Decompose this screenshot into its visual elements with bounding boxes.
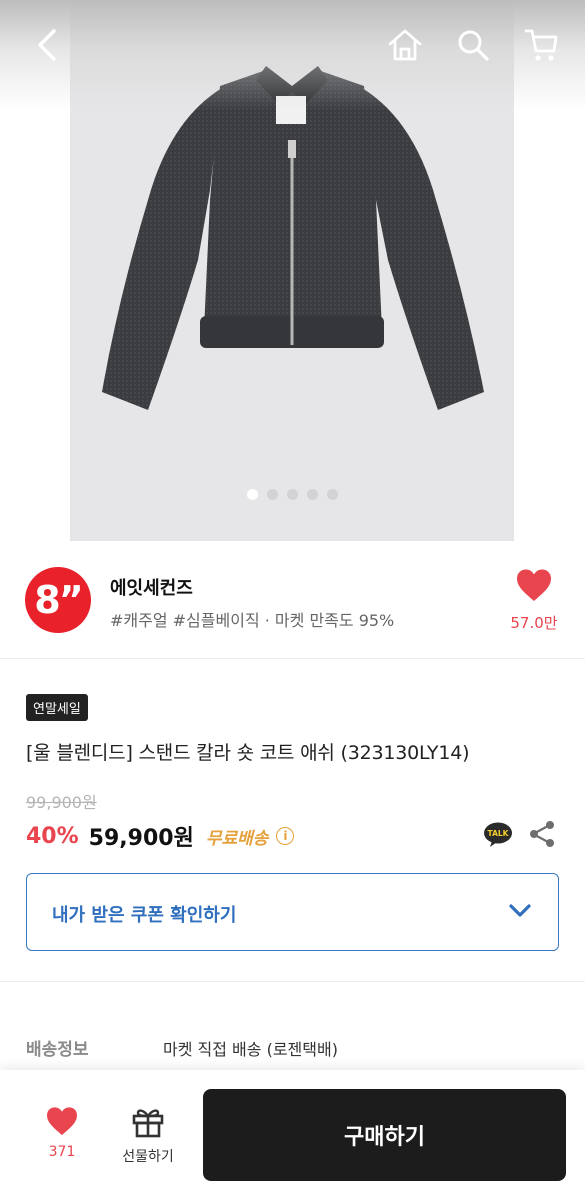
- back-button[interactable]: [24, 22, 70, 68]
- heart-icon: [517, 569, 551, 601]
- price-row: 40% 59,900원 무료배송 i: [26, 820, 295, 852]
- product-title: [울 블렌디드] 스탠드 칼라 숏 코트 애쉬 (323130LY14): [26, 742, 470, 764]
- gift-label: 선물하기: [122, 1149, 174, 1165]
- product-gallery[interactable]: [0, 0, 585, 541]
- share-icon: [530, 821, 554, 847]
- pagination-dot-active[interactable]: [247, 489, 258, 500]
- gift-icon: [132, 1109, 164, 1138]
- coupon-check-button[interactable]: 내가 받은 쿠폰 확인하기: [26, 873, 559, 951]
- sale-price: 59,900원: [88, 826, 194, 851]
- share-button[interactable]: [528, 820, 556, 848]
- like-button[interactable]: 371: [36, 1106, 88, 1160]
- sale-badge: 연말세일: [26, 694, 88, 721]
- kakaotalk-icon: TALK: [484, 822, 512, 847]
- info-icon[interactable]: i: [276, 827, 295, 845]
- pagination-dot[interactable]: [307, 489, 318, 500]
- pagination-dot[interactable]: [327, 489, 338, 500]
- cart-button[interactable]: [518, 22, 564, 68]
- home-button[interactable]: [382, 22, 428, 68]
- seller-favorite-count: 57.0만: [510, 614, 558, 632]
- shipping-info-value: 마켓 직접 배송 (로젠택배): [163, 1040, 338, 1059]
- heart-icon: [47, 1107, 77, 1136]
- header-gradient: [0, 0, 585, 110]
- chevron-left-icon: [38, 29, 56, 61]
- gift-button[interactable]: 선물하기: [114, 1106, 182, 1166]
- talk-label: TALK: [488, 829, 510, 838]
- kakaotalk-button[interactable]: TALK: [483, 822, 513, 847]
- seller-section[interactable]: 8” 에잇세컨즈 #캐주얼 #심플베이직 · 마켓 만족도 95% 57.0만: [0, 541, 585, 659]
- chevron-down-icon: [509, 904, 531, 917]
- gallery-pagination: [0, 489, 585, 500]
- seller-logo[interactable]: 8”: [25, 567, 91, 633]
- coupon-label: 내가 받은 쿠폰 확인하기: [52, 905, 237, 926]
- search-icon: [458, 30, 489, 61]
- free-shipping-label: 무료배송: [205, 828, 269, 849]
- like-count: 371: [48, 1144, 76, 1160]
- original-price: 99,900원: [26, 793, 97, 812]
- home-icon: [388, 29, 422, 61]
- cart-icon: [524, 29, 558, 61]
- pagination-dot[interactable]: [287, 489, 298, 500]
- section-divider: [0, 981, 585, 982]
- pagination-dot[interactable]: [267, 489, 278, 500]
- seller-favorite-button[interactable]: 57.0만: [506, 568, 562, 633]
- buy-button[interactable]: 구매하기: [203, 1089, 566, 1181]
- seller-name[interactable]: 에잇세컨즈: [110, 574, 193, 600]
- discount-rate: 40%: [26, 823, 79, 849]
- search-button[interactable]: [450, 22, 496, 68]
- seller-tags: #캐주얼 #심플베이직 · 마켓 만족도 95%: [110, 611, 395, 630]
- shipping-info-label: 배송정보: [26, 1040, 89, 1060]
